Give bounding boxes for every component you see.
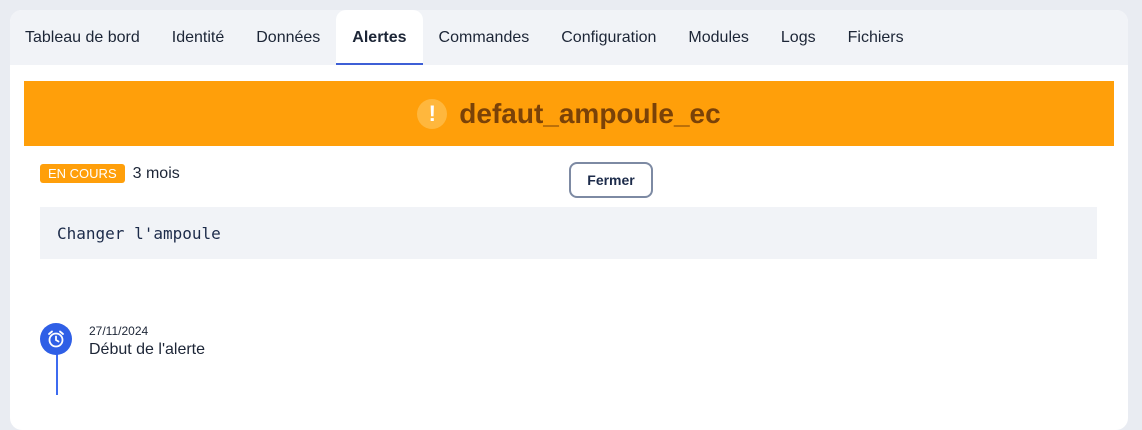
alert-panel: Tableau de bord Identité Données Alertes… — [10, 10, 1128, 430]
tab-commandes[interactable]: Commandes — [423, 10, 546, 65]
tab-configuration[interactable]: Configuration — [545, 10, 672, 65]
alert-age: 3 mois — [132, 164, 180, 182]
alert-message: Changer l'ampoule — [40, 207, 1097, 259]
tab-modules[interactable]: Modules — [672, 10, 764, 65]
timeline-label: Début de l'alerte — [89, 341, 206, 358]
status-badge: EN COURS — [40, 164, 125, 183]
alert-banner: ! defaut_ampoule_ec — [24, 81, 1114, 146]
tab-donnees[interactable]: Données — [240, 10, 336, 65]
warning-icon: ! — [417, 98, 448, 129]
close-alert-button[interactable]: Fermer — [569, 162, 653, 198]
tab-tableau-de-bord[interactable]: Tableau de bord — [10, 10, 156, 65]
alert-status-row: EN COURS 3 mois — [40, 164, 180, 183]
tab-identite[interactable]: Identité — [156, 10, 240, 65]
tab-logs[interactable]: Logs — [765, 10, 832, 65]
tab-bar: Tableau de bord Identité Données Alertes… — [10, 10, 1128, 65]
tab-fichiers[interactable]: Fichiers — [832, 10, 920, 65]
alarm-clock-icon — [40, 323, 72, 355]
timeline-line — [56, 350, 58, 395]
alert-title: defaut_ampoule_ec — [459, 97, 721, 129]
timeline-date: 27/11/2024 — [89, 324, 149, 338]
tab-alertes[interactable]: Alertes — [336, 10, 423, 65]
